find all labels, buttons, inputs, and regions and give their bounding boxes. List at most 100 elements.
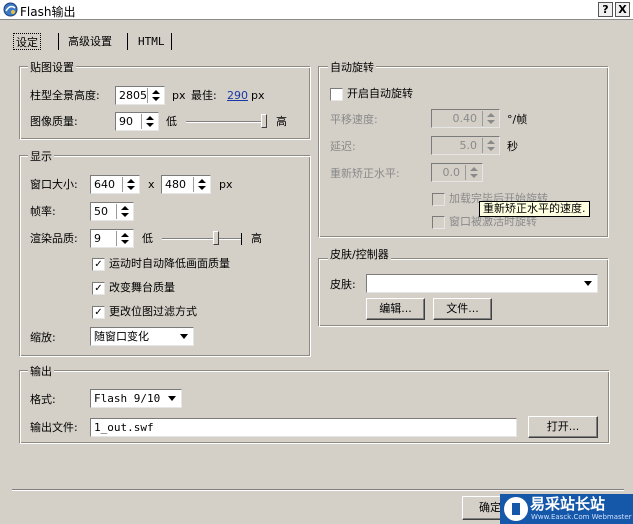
tab-settings[interactable]: 设定: [13, 33, 41, 50]
delay-unit: 秒: [507, 140, 518, 153]
spin-down-icon: [152, 97, 160, 101]
checkmark-icon: ✓: [94, 283, 103, 294]
spin-down-icon: [146, 123, 154, 127]
spin-up-icon: [198, 179, 206, 183]
spin-up-icon: [127, 179, 135, 183]
spin-down-icon: [487, 120, 495, 124]
size-px-unit: px: [219, 178, 233, 191]
auto-degrade-checkbox[interactable]: ✓: [92, 258, 105, 271]
chevron-down-icon: [584, 281, 592, 286]
output-legend: 输出: [28, 365, 54, 378]
spin-down-icon: [121, 240, 129, 244]
skin-label: 皮肤:: [330, 278, 356, 291]
spin-down-icon: [470, 174, 478, 178]
enable-autorotate-label: 开启自动旋转: [347, 87, 413, 100]
relevel-spinner[interactable]: 0.0: [431, 163, 483, 182]
relevel-tooltip: 重新矫正水平的速度.: [479, 201, 590, 217]
rotate-on-activate-checkbox[interactable]: [432, 216, 445, 229]
panorama-height-spinner[interactable]: 2805: [115, 86, 165, 105]
spin-down-icon: [121, 213, 129, 217]
framerate-label: 帧率:: [30, 205, 56, 218]
spin-down-icon: [487, 147, 495, 151]
watermark: 易采站长站 Www.Easck.Com Webmaster: [500, 494, 633, 524]
window-size-label: 窗口大小:: [30, 178, 78, 191]
window-height-spinner[interactable]: 480: [161, 175, 211, 194]
autorotate-legend: 自动旋转: [328, 61, 376, 74]
scale-dropdown[interactable]: 随窗口变化: [90, 327, 194, 346]
chevron-down-icon: [168, 396, 176, 401]
spin-up-icon: [487, 140, 495, 144]
window-width-spinner[interactable]: 640: [90, 175, 140, 194]
texture-settings-group: [20, 67, 311, 140]
spin-up-icon: [152, 90, 160, 94]
checkmark-icon: ✓: [94, 259, 103, 270]
watermark-url: Www.Easck.Com Webmaster: [531, 513, 632, 521]
open-file-button[interactable]: 打开...: [528, 416, 598, 438]
tab-advanced[interactable]: 高级设置: [66, 33, 114, 50]
image-quality-slider-thumb[interactable]: [261, 114, 267, 128]
close-button[interactable]: X: [615, 2, 630, 17]
texture-settings-legend: 贴图设置: [28, 61, 76, 74]
delay-label: 延迟:: [330, 140, 356, 153]
render-quality-slider-thumb[interactable]: [213, 231, 219, 245]
title-bar: Flash输出 ? X: [0, 0, 633, 20]
watermark-title: 易采站长站: [530, 495, 606, 513]
output-file-label: 输出文件:: [30, 421, 78, 434]
image-quality-spinner[interactable]: 90: [115, 112, 159, 131]
output-file-input[interactable]: 1_out.swf: [90, 418, 517, 437]
format-dropdown[interactable]: Flash 9/10: [90, 389, 182, 408]
px-unit: px: [172, 89, 186, 102]
enable-autorotate-checkbox[interactable]: [330, 88, 343, 101]
spin-down-icon: [198, 186, 206, 190]
pan-speed-spinner[interactable]: 0.40: [431, 109, 500, 128]
pan-speed-label: 平移速度:: [330, 113, 378, 126]
framerate-spinner[interactable]: 50: [90, 202, 134, 221]
display-legend: 显示: [28, 150, 54, 163]
relevel-label: 重新矫正水平:: [330, 167, 400, 180]
tab-separator: [127, 33, 128, 50]
rotate-after-load-checkbox[interactable]: [432, 193, 445, 206]
bitmap-filter-checkbox[interactable]: ✓: [92, 306, 105, 319]
app-icon: [3, 2, 18, 17]
tab-separator: [171, 33, 172, 50]
checkmark-icon: ✓: [94, 307, 103, 318]
auto-degrade-label: 运动时自动降低画面质量: [109, 257, 230, 270]
image-quality-slider-track: [186, 121, 266, 123]
panorama-height-label: 柱型全景高度:: [30, 89, 100, 102]
spin-up-icon: [146, 116, 154, 120]
spin-up-icon: [487, 113, 495, 117]
best-unit: px: [251, 89, 265, 102]
bottom-separator: [12, 489, 624, 491]
size-x-label: x: [148, 178, 155, 191]
format-label: 格式:: [30, 393, 56, 406]
pan-speed-unit: °/帧: [507, 113, 528, 126]
best-label: 最佳:: [191, 89, 217, 102]
slider-end-tick: [241, 233, 242, 245]
edit-skin-button[interactable]: 编辑...: [366, 298, 425, 320]
scale-label: 缩放:: [30, 331, 56, 344]
image-quality-label: 图像质量:: [30, 115, 78, 128]
skin-legend: 皮肤/控制器: [328, 248, 391, 261]
best-value-link[interactable]: 290: [227, 89, 248, 103]
watermark-logo-icon: [504, 497, 528, 521]
render-quality-spinner[interactable]: 9: [90, 229, 134, 248]
bitmap-filter-label: 更改位图过滤方式: [109, 305, 197, 318]
tab-html[interactable]: HTML: [136, 33, 167, 50]
chevron-down-icon: [180, 334, 188, 339]
stage-quality-label: 改变舞台质量: [109, 281, 175, 294]
skin-dropdown[interactable]: [366, 274, 598, 293]
render-quality-label: 渲染品质:: [30, 232, 78, 245]
spin-down-icon: [127, 186, 135, 190]
quality-low-label: 低: [166, 115, 177, 128]
delay-spinner[interactable]: 5.0: [431, 136, 500, 155]
window-title: Flash输出: [20, 5, 76, 19]
spin-up-icon: [121, 206, 129, 210]
skin-file-button[interactable]: 文件...: [433, 298, 492, 320]
render-low-label: 低: [142, 232, 153, 245]
spin-up-icon: [121, 233, 129, 237]
render-quality-slider-track: [162, 238, 242, 240]
tab-separator: [58, 33, 59, 50]
stage-quality-checkbox[interactable]: ✓: [92, 282, 105, 295]
help-button[interactable]: ?: [598, 2, 613, 17]
spin-up-icon: [470, 167, 478, 171]
